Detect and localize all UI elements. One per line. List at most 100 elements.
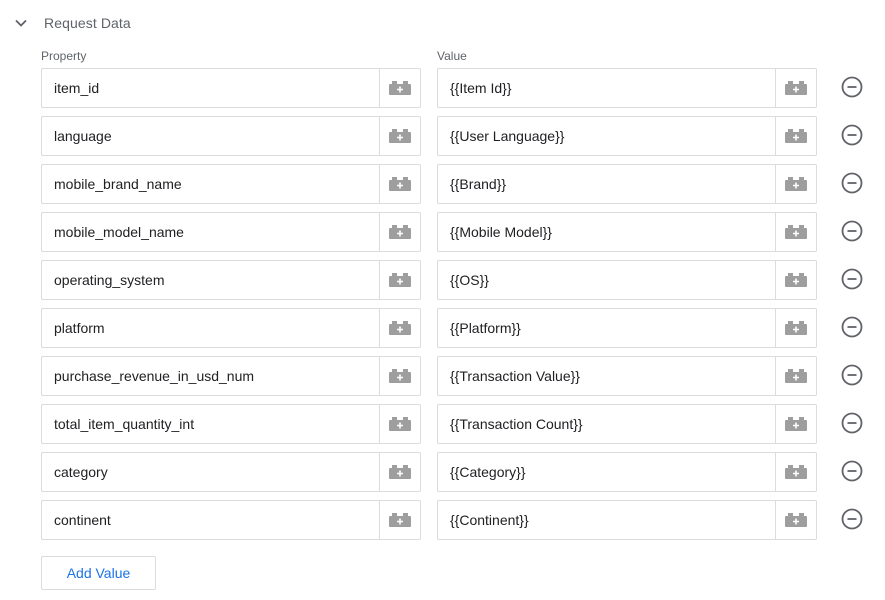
remove-circle-icon	[841, 220, 863, 242]
property-field[interactable]: platform	[41, 308, 421, 348]
section-header[interactable]: Request Data	[14, 12, 131, 34]
value-field[interactable]: {{User Language}}	[437, 116, 817, 156]
value-field[interactable]: {{Brand}}	[437, 164, 817, 204]
request-data-row: total_item_quantity_int {{Transaction Cou…	[41, 404, 871, 444]
request-data-row: continent {{Continent}}	[41, 500, 871, 540]
property-field[interactable]: purchase_revenue_in_usd_num	[41, 356, 421, 396]
add-variable-icon	[389, 513, 411, 527]
add-variable-icon	[785, 81, 807, 95]
value-variable-button[interactable]	[775, 117, 816, 155]
value-variable-button[interactable]	[775, 405, 816, 443]
value-variable-button[interactable]	[775, 69, 816, 107]
property-input[interactable]: mobile_model_name	[42, 213, 379, 251]
value-input[interactable]: {{Mobile Model}}	[438, 213, 775, 251]
value-field[interactable]: {{Category}}	[437, 452, 817, 492]
request-data-rows: item_id {{Item Id}} language {{User Languag…	[41, 68, 871, 548]
add-variable-icon	[785, 177, 807, 191]
remove-row-button[interactable]	[841, 412, 863, 434]
remove-row-button[interactable]	[841, 364, 863, 386]
value-variable-button[interactable]	[775, 309, 816, 347]
value-input[interactable]: {{Platform}}	[438, 309, 775, 347]
request-data-row: language {{User Language}}	[41, 116, 871, 156]
property-input[interactable]: platform	[42, 309, 379, 347]
property-field[interactable]: language	[41, 116, 421, 156]
property-field[interactable]: mobile_brand_name	[41, 164, 421, 204]
remove-circle-icon	[841, 460, 863, 482]
remove-circle-icon	[841, 124, 863, 146]
property-input[interactable]: mobile_brand_name	[42, 165, 379, 203]
remove-row-button[interactable]	[841, 508, 863, 530]
remove-row-button[interactable]	[841, 124, 863, 146]
property-variable-button[interactable]	[379, 309, 420, 347]
value-input[interactable]: {{Category}}	[438, 453, 775, 491]
value-input[interactable]: {{Transaction Value}}	[438, 357, 775, 395]
property-field[interactable]: operating_system	[41, 260, 421, 300]
request-data-row: mobile_brand_name {{Brand}}	[41, 164, 871, 204]
property-variable-button[interactable]	[379, 357, 420, 395]
chevron-down-icon[interactable]	[14, 16, 28, 30]
value-field[interactable]: {{Transaction Value}}	[437, 356, 817, 396]
remove-circle-icon	[841, 412, 863, 434]
property-input[interactable]: category	[42, 453, 379, 491]
property-variable-button[interactable]	[379, 213, 420, 251]
property-variable-button[interactable]	[379, 453, 420, 491]
add-value-button[interactable]: Add Value	[41, 556, 156, 590]
property-input[interactable]: language	[42, 117, 379, 155]
remove-row-button[interactable]	[841, 76, 863, 98]
add-variable-icon	[785, 129, 807, 143]
request-data-row: operating_system {{OS}}	[41, 260, 871, 300]
value-input[interactable]: {{User Language}}	[438, 117, 775, 155]
add-variable-icon	[389, 129, 411, 143]
value-field[interactable]: {{OS}}	[437, 260, 817, 300]
property-field[interactable]: item_id	[41, 68, 421, 108]
property-input[interactable]: operating_system	[42, 261, 379, 299]
property-variable-button[interactable]	[379, 69, 420, 107]
remove-circle-icon	[841, 316, 863, 338]
property-input[interactable]: item_id	[42, 69, 379, 107]
property-field[interactable]: continent	[41, 500, 421, 540]
request-data-row: item_id {{Item Id}}	[41, 68, 871, 108]
remove-row-button[interactable]	[841, 460, 863, 482]
value-variable-button[interactable]	[775, 261, 816, 299]
value-field[interactable]: {{Transaction Count}}	[437, 404, 817, 444]
value-variable-button[interactable]	[775, 213, 816, 251]
remove-row-button[interactable]	[841, 316, 863, 338]
remove-circle-icon	[841, 268, 863, 290]
property-variable-button[interactable]	[379, 117, 420, 155]
value-field[interactable]: {{Platform}}	[437, 308, 817, 348]
property-variable-button[interactable]	[379, 261, 420, 299]
value-variable-button[interactable]	[775, 357, 816, 395]
request-data-row: platform {{Platform}}	[41, 308, 871, 348]
value-input[interactable]: {{OS}}	[438, 261, 775, 299]
value-input[interactable]: {{Transaction Count}}	[438, 405, 775, 443]
add-variable-icon	[389, 81, 411, 95]
remove-circle-icon	[841, 172, 863, 194]
property-input[interactable]: purchase_revenue_in_usd_num	[42, 357, 379, 395]
property-field[interactable]: category	[41, 452, 421, 492]
remove-row-button[interactable]	[841, 220, 863, 242]
value-variable-button[interactable]	[775, 501, 816, 539]
property-field[interactable]: mobile_model_name	[41, 212, 421, 252]
property-variable-button[interactable]	[379, 405, 420, 443]
value-field[interactable]: {{Continent}}	[437, 500, 817, 540]
add-variable-icon	[785, 321, 807, 335]
value-field[interactable]: {{Item Id}}	[437, 68, 817, 108]
add-variable-icon	[389, 369, 411, 383]
remove-row-button[interactable]	[841, 172, 863, 194]
value-variable-button[interactable]	[775, 165, 816, 203]
property-input[interactable]: continent	[42, 501, 379, 539]
value-field[interactable]: {{Mobile Model}}	[437, 212, 817, 252]
property-variable-button[interactable]	[379, 501, 420, 539]
add-variable-icon	[389, 321, 411, 335]
property-variable-button[interactable]	[379, 165, 420, 203]
value-variable-button[interactable]	[775, 453, 816, 491]
value-input[interactable]: {{Brand}}	[438, 165, 775, 203]
property-input[interactable]: total_item_quantity_int	[42, 405, 379, 443]
remove-row-button[interactable]	[841, 268, 863, 290]
value-input[interactable]: {{Continent}}	[438, 501, 775, 539]
add-variable-icon	[389, 417, 411, 431]
value-input[interactable]: {{Item Id}}	[438, 69, 775, 107]
property-field[interactable]: total_item_quantity_int	[41, 404, 421, 444]
remove-circle-icon	[841, 508, 863, 530]
add-variable-icon	[785, 465, 807, 479]
